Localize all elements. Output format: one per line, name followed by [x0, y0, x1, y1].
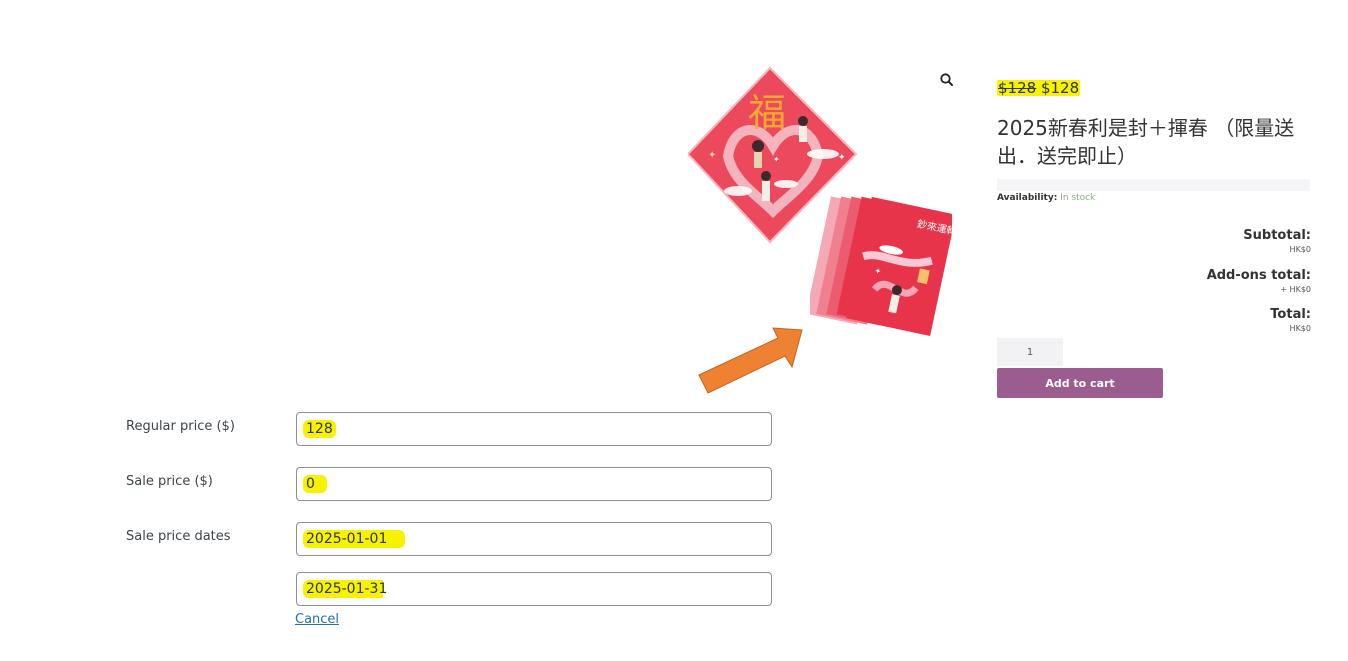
total-label: Total: — [1270, 307, 1311, 322]
svg-text:✦: ✦ — [773, 155, 780, 164]
red-envelopes-image: 鈔來運轉 ✦ — [810, 196, 952, 336]
addons-total-value: + HK$0 — [1280, 285, 1311, 294]
total-block: Total: HK$0 — [1100, 307, 1311, 334]
availability-label: Availability: — [997, 193, 1058, 203]
sale-date-to-input[interactable]: 2025-01-31 — [296, 572, 772, 606]
subtotal-label: Subtotal: — [1243, 228, 1311, 243]
variations-bar — [997, 179, 1310, 191]
product-price: $128 $128 — [997, 79, 1081, 97]
quantity-input[interactable] — [997, 338, 1063, 366]
addons-total-block: Add-ons total: + HK$0 — [1100, 268, 1311, 295]
availability: Availability: In stock — [997, 193, 1095, 203]
svg-text:✦: ✦ — [838, 153, 846, 163]
regular-price-label: Regular price ($) — [126, 419, 235, 434]
zoom-magnifier-icon[interactable] — [938, 71, 956, 89]
regular-price-strikethrough: $128 — [998, 79, 1037, 97]
sale-price-input[interactable]: 0 — [296, 467, 772, 501]
sale-date-to-value: 2025-01-31 — [303, 580, 391, 598]
sale-price-label: Sale price ($) — [126, 474, 213, 489]
fu-character: 福 — [748, 91, 786, 135]
addons-total-label: Add-ons total: — [1206, 268, 1311, 283]
regular-price-value: 128 — [303, 420, 336, 438]
svg-text:✦: ✦ — [708, 150, 716, 161]
stock-status: In stock — [1060, 193, 1096, 203]
sale-date-from-value: 2025-01-01 — [303, 530, 406, 548]
orange-arrow-annotation — [698, 327, 803, 394]
sale-price: $128 — [1040, 79, 1080, 97]
regular-price-input[interactable]: 128 — [296, 412, 772, 446]
subtotal-value: HK$0 — [1289, 245, 1311, 254]
cancel-schedule-link[interactable]: Cancel — [295, 612, 339, 627]
add-to-cart-button[interactable]: Add to cart — [997, 368, 1163, 398]
sale-dates-label: Sale price dates — [126, 529, 231, 544]
total-value: HK$0 — [1289, 324, 1311, 333]
sale-date-from-input[interactable]: 2025-01-01 — [296, 522, 772, 556]
sale-price-value: 0 — [303, 475, 327, 493]
product-title: 2025新春利是封＋揮春 （限量送出．送完即止） — [997, 116, 1295, 168]
subtotal-block: Subtotal: HK$0 — [1100, 228, 1311, 255]
